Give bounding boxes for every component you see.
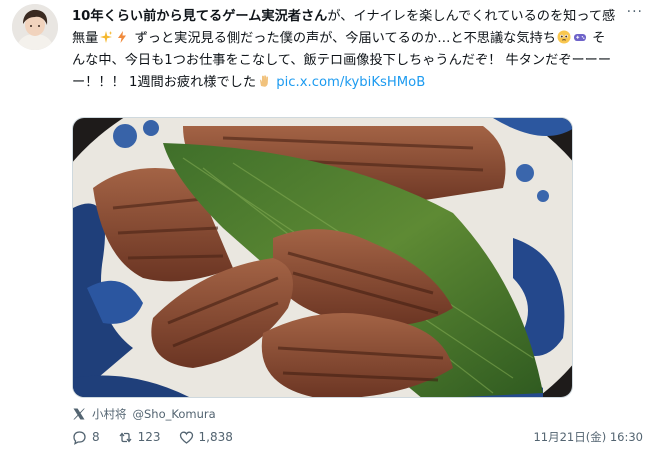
more-options-button[interactable]: ··· — [627, 4, 643, 20]
tweet-text: 10年くらい前から見てるゲーム実況者さんが、イナイレを楽しんでくれているのを知っ… — [72, 6, 617, 94]
reply-count: 8 — [92, 430, 100, 444]
source-handle[interactable]: @Sho_Komura — [133, 407, 216, 421]
tweet-text-bold: 10年くらい前から見てるゲーム実況者さん — [72, 9, 328, 24]
like-count: 1,838 — [198, 430, 233, 444]
lightning-icon — [118, 31, 127, 43]
x-logo-icon — [73, 408, 85, 420]
tweet-photo[interactable] — [72, 117, 573, 398]
retweet-count: 123 — [137, 430, 161, 444]
game-controller-icon — [573, 34, 586, 41]
reply-button[interactable]: 8 — [72, 430, 100, 445]
sparkles-icon — [100, 31, 113, 43]
tweet-actions: 8 123 1,838 — [72, 428, 251, 446]
tweet-source: 小村将 @Sho_Komura — [72, 405, 216, 423]
avatar[interactable] — [12, 4, 58, 50]
heart-icon — [179, 431, 193, 444]
retweet-icon — [119, 431, 132, 443]
hand-icon — [260, 75, 269, 87]
tweet-text-part-2: ずっと実況見る側だった僕の声が、今届いてるのか…と不思議な気持ち — [130, 31, 556, 46]
tweet-timestamp[interactable]: 11月21日(金) 16:30 — [533, 429, 643, 445]
pleading-face-icon — [557, 30, 571, 44]
source-name[interactable]: 小村将 — [92, 406, 127, 422]
reply-icon — [73, 430, 86, 445]
beef-tongue-photo-image — [73, 118, 572, 397]
retweet-button[interactable]: 123 — [118, 430, 161, 445]
tweet-link[interactable]: pic.x.com/kybiKsHMoB — [276, 75, 425, 90]
like-button[interactable]: 1,838 — [179, 430, 233, 445]
